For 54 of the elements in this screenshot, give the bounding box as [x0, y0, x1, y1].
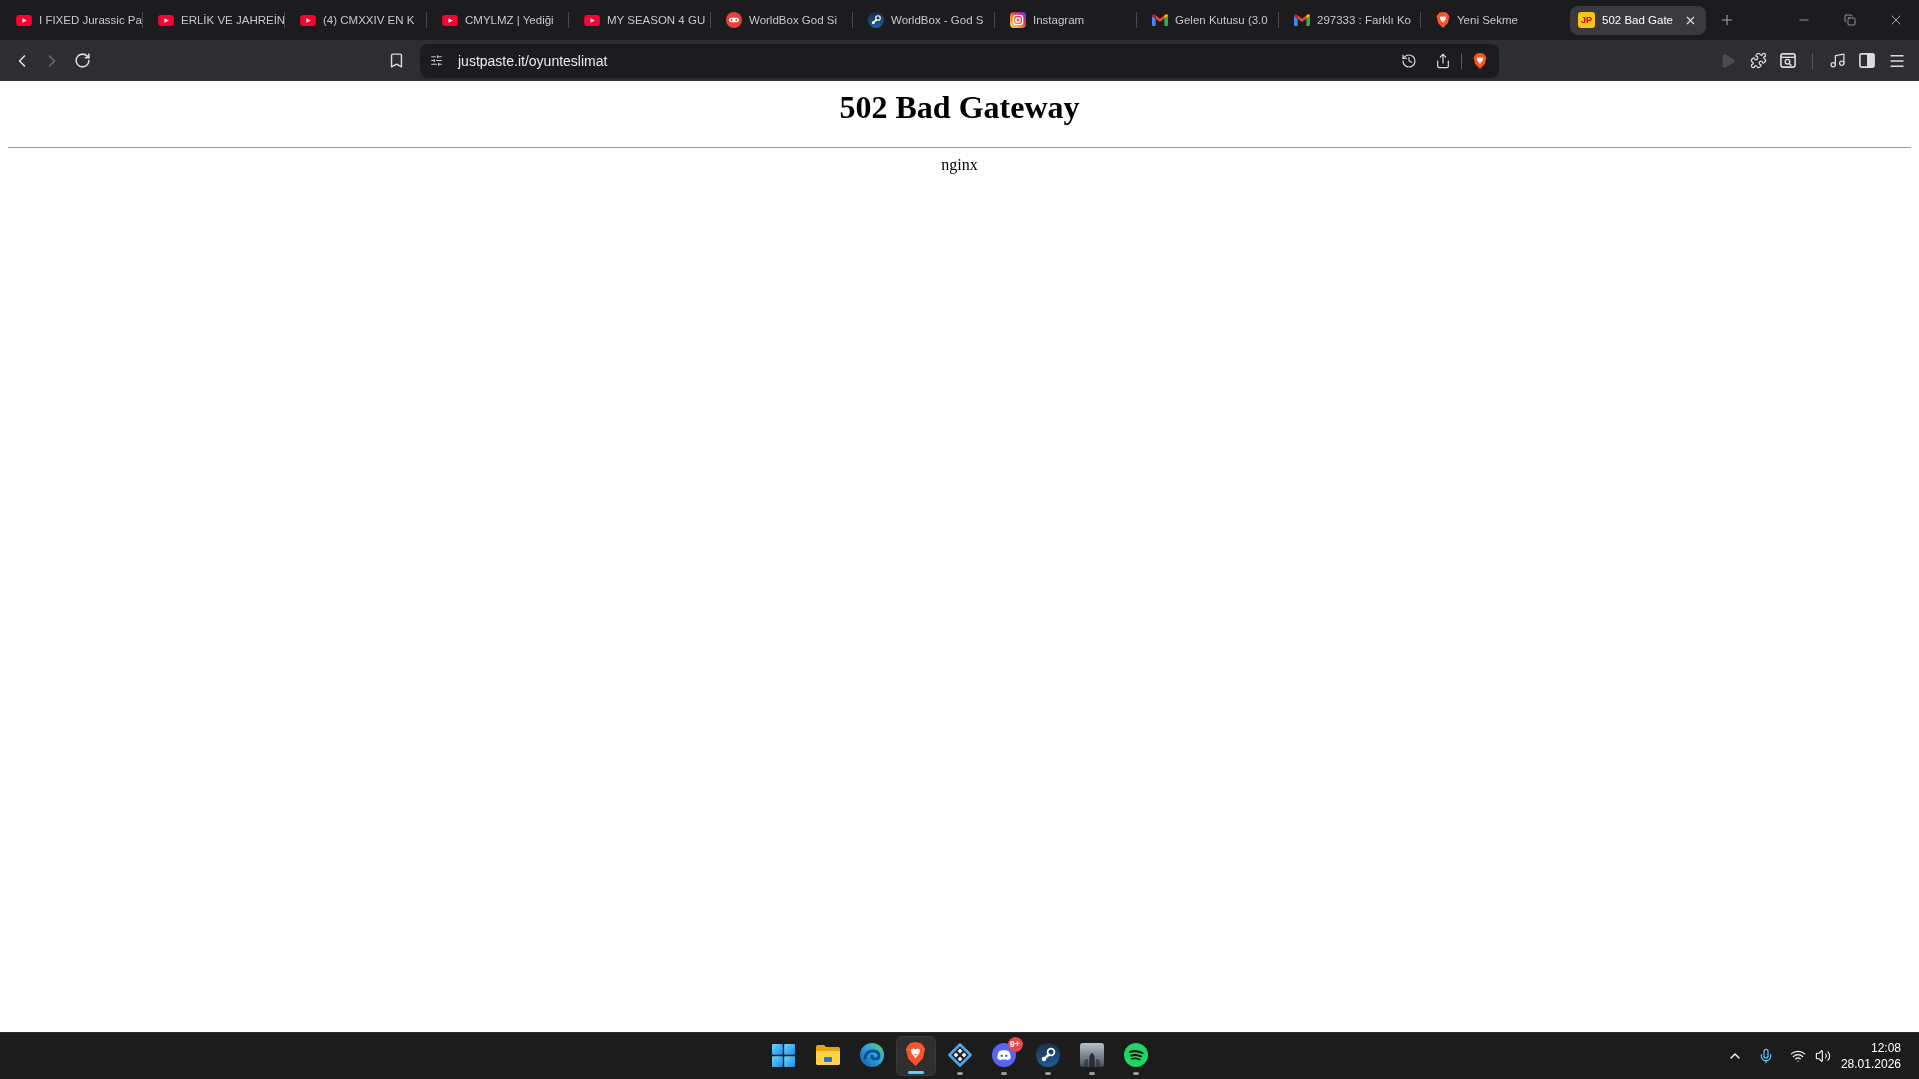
taskbar-button[interactable]: [895, 1036, 936, 1076]
site-logo: JP: [1578, 12, 1595, 28]
browser-tab[interactable]: CMYLMZ | Yediği: [434, 5, 568, 35]
browser-tab[interactable]: I FIXED Jurassic Pa: [8, 5, 142, 35]
server-name: nginx: [941, 156, 978, 174]
clock-date: 28.01.2026: [1840, 1056, 1901, 1072]
clock-time: 12:08: [1870, 1040, 1901, 1056]
browser-tab[interactable]: WorldBox - God S: [860, 5, 994, 35]
swirl-circle-icon: [859, 1043, 884, 1067]
browser-tab[interactable]: WorldBox God Si: [718, 5, 852, 35]
browser-tab[interactable]: 297333 : Farklı Ko: [1286, 5, 1420, 35]
camera-icon: [1010, 12, 1026, 28]
sidebar-icon: [1859, 53, 1875, 68]
browser-tab[interactable]: MY SEASON 4 GU: [576, 5, 710, 35]
key-circle-icon: [1035, 1043, 1060, 1067]
diamond-lattice-icon: [947, 1043, 972, 1067]
address-bar[interactable]: justpaste.it/oyunteslimat: [420, 43, 1499, 78]
browser-tab[interactable]: Gelen Kutusu (3.0: [1144, 5, 1278, 35]
lion-shield-icon: [1436, 12, 1450, 28]
wifi-icon[interactable]: [1789, 1048, 1806, 1064]
browser-tab[interactable]: (4) CMXXIV EN K: [292, 5, 426, 35]
browser-tab[interactable]: JP 502 Bad Gate: [1570, 5, 1706, 35]
browser-tab[interactable]: ERLİK VE JAHREİN: [150, 5, 284, 35]
play-button-icon: [584, 14, 600, 26]
share-icon: [1435, 52, 1451, 69]
lion-shield-icon: [905, 1042, 926, 1066]
puzzle-icon: [1749, 52, 1767, 69]
picture-tile-icon: [1079, 1043, 1104, 1067]
letter-m-icon: [1152, 14, 1168, 26]
play-button-icon: [158, 14, 174, 26]
folder-icon: [815, 1045, 840, 1065]
browser-tab[interactable]: Instagram: [1002, 5, 1136, 35]
restore-icon: [1844, 14, 1856, 26]
music-note-icon: [1828, 52, 1846, 69]
sound-waves-circle-icon: [1123, 1043, 1148, 1067]
play-icon: [1720, 52, 1736, 69]
error-heading: 502 Bad Gateway: [839, 89, 1080, 126]
taskbar-button[interactable]: 9+: [983, 1036, 1024, 1076]
play-button-icon: [442, 14, 458, 26]
letter-m-icon: [1294, 14, 1310, 26]
reload-icon: [73, 52, 91, 69]
url-text: justpaste.it/oyunteslimat: [458, 51, 608, 70]
sliders-icon: [429, 54, 443, 67]
browser-tab[interactable]: Yeni Sekme: [1428, 5, 1562, 35]
plus-icon: [1719, 12, 1735, 28]
history-icon: [1401, 52, 1417, 69]
gamepad-circle-icon: [726, 12, 742, 28]
key-circle-icon: [868, 12, 884, 28]
four-squares-icon: [772, 1043, 795, 1067]
volume-icon[interactable]: [1814, 1048, 1831, 1064]
window-search-icon: [1780, 53, 1796, 68]
lion-shield-icon: [1473, 52, 1487, 69]
play-button-icon: [300, 14, 316, 26]
play-button-icon: [16, 14, 32, 26]
